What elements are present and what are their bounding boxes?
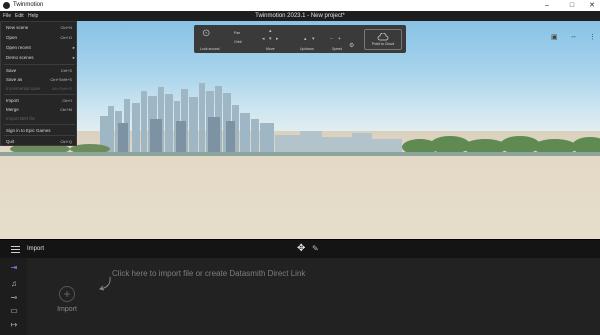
hamburger-menu-icon[interactable] — [11, 246, 20, 253]
menu-item-save-as[interactable]: Save as Ctrl+Shift+S — [1, 75, 78, 84]
menu-separator — [4, 135, 75, 136]
speed-decrease-icon[interactable]: − — [330, 36, 333, 42]
dock-header-bar: Import ✥ ✎ — [0, 239, 600, 258]
menu-item-new-scene[interactable]: New scene Ctrl+N — [1, 23, 78, 32]
menu-item-open-recent[interactable]: Open recent ▸ — [1, 43, 78, 52]
section-title: Import — [27, 246, 45, 252]
move-left-key-icon[interactable]: ◂ — [262, 36, 265, 42]
menu-item-demo-scenes[interactable]: Demo scenes ▸ — [1, 53, 78, 62]
point-to-cloud-button[interactable]: Point to Cloud — [364, 29, 402, 50]
move-tool-icon[interactable]: ✥ — [297, 244, 305, 254]
menu-item-save[interactable]: Save Ctrl+S — [1, 66, 78, 75]
menu-edit[interactable]: Edit — [15, 12, 24, 20]
pan-label: Pan — [234, 31, 241, 35]
move-label: Move — [266, 47, 275, 51]
move-down-key-icon[interactable]: ▾ — [269, 36, 272, 42]
settings-gear-icon[interactable]: ⚙ — [349, 43, 354, 49]
menu-item-merge[interactable]: Merge Ctrl+M — [1, 105, 78, 114]
dock-sidebar: ⇥ ♫ ⊸ ▭ ↦ — [0, 258, 27, 335]
import-hint-text[interactable]: Click here to import file or create Data… — [112, 269, 305, 279]
viewport-settings-icon[interactable]: ⋮ — [589, 33, 596, 41]
app-name: Twinmotion — [13, 2, 44, 8]
menu-separator — [4, 64, 75, 65]
submenu-arrow-icon: ▸ — [72, 55, 75, 60]
submenu-arrow-icon: ▸ — [72, 45, 75, 50]
city-skyline-image — [0, 83, 600, 156]
import-button[interactable]: + Import — [45, 280, 89, 314]
orbit-label: Orbit — [234, 40, 242, 44]
menu-item-sign-in[interactable]: Sign in to Epic Games — [1, 126, 78, 135]
point-to-cloud-label: Point to Cloud — [372, 42, 394, 46]
down-key-icon[interactable]: ▾ — [312, 36, 315, 42]
picker-tool-icon[interactable]: ✎ — [312, 244, 319, 254]
menu-help[interactable]: Help — [28, 12, 38, 20]
media-tab-icon[interactable]: ▭ — [8, 306, 20, 316]
speed-increase-icon[interactable]: + — [338, 36, 341, 42]
menu-item-quit[interactable]: Quit Ctrl+Q — [1, 137, 78, 146]
up-key-icon[interactable]: ▴ — [304, 36, 307, 42]
minimize-button[interactable]: – — [537, 0, 557, 11]
look-around-icon[interactable]: ⊙ — [202, 28, 210, 40]
import-tab-icon[interactable]: ⇥ — [8, 263, 20, 273]
menubar: Twinmotion 2023.1 - New project* File Ed… — [0, 11, 600, 21]
speed-label: Speed — [332, 47, 343, 51]
library-tab-icon[interactable]: ♫ — [8, 279, 20, 289]
menu-item-open[interactable]: Open Ctrl+O — [1, 33, 78, 42]
move-up-key-icon[interactable]: ▴ — [269, 28, 272, 34]
menu-separator — [4, 94, 75, 95]
window-title-bar: Twinmotion – □ ✕ — [0, 0, 600, 11]
menu-item-import-bim: Import BIM file — [6, 116, 36, 121]
up-down-label: Up/down — [300, 47, 314, 51]
move-right-key-icon[interactable]: ▸ — [276, 36, 279, 42]
file-dropdown-menu: New scene Ctrl+N Open Ctrl+O Open recent… — [0, 21, 77, 146]
maximize-button[interactable]: □ — [562, 0, 582, 11]
menu-item-import[interactable]: Import Ctrl+I — [1, 96, 78, 105]
menu-file[interactable]: File — [3, 12, 11, 20]
cloud-icon — [377, 33, 389, 41]
export-tab-icon[interactable]: ↦ — [8, 320, 20, 330]
camera-view-icon[interactable]: ▣ — [551, 33, 558, 41]
plus-circle-icon: + — [59, 286, 75, 302]
link-tab-icon[interactable]: ⊸ — [8, 293, 20, 303]
twinmotion-logo-icon — [3, 2, 10, 9]
3d-viewport[interactable]: ⊙ Look around Pan Orbit ▴ ◂ ▾ ▸ Move ▴ ▾… — [0, 21, 600, 239]
menu-item-incremental-save: Incremental save Alt+Shift+S — [6, 86, 72, 91]
look-around-label: Look around — [200, 47, 220, 51]
close-button[interactable]: ✕ — [582, 0, 600, 11]
import-button-label: Import — [57, 306, 77, 313]
fullscreen-icon[interactable]: ↔ — [570, 33, 577, 40]
document-title: Twinmotion 2023.1 - New project* — [255, 13, 345, 19]
menu-separator — [4, 124, 75, 125]
